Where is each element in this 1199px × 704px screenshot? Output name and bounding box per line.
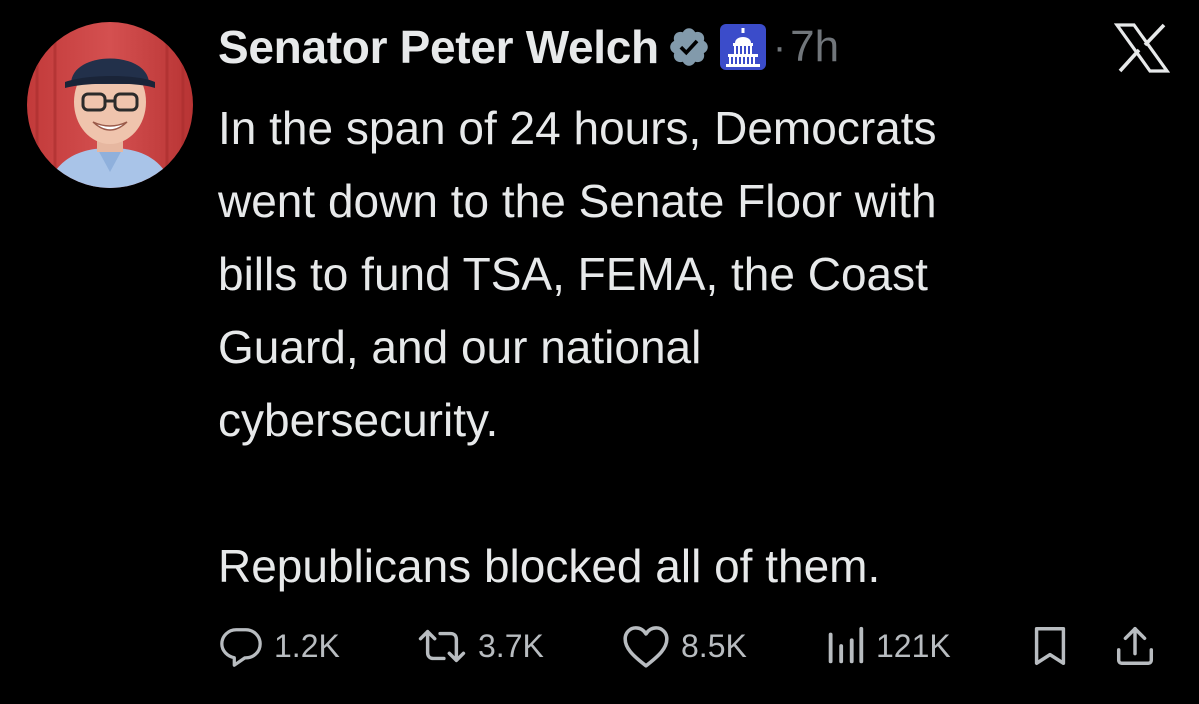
- like-count: 8.5K: [681, 627, 747, 664]
- repost-count: 3.7K: [478, 627, 544, 664]
- capitol-dome-icon[interactable]: [719, 23, 767, 71]
- repost-icon: [416, 623, 468, 669]
- tweet: Senator Peter Welch · 7h In the span of …: [0, 0, 1199, 704]
- heart-icon: [621, 623, 671, 669]
- repost-button[interactable]: 3.7K: [416, 616, 544, 676]
- share-icon: [1112, 623, 1158, 669]
- share-button[interactable]: [1112, 616, 1158, 676]
- like-button[interactable]: 8.5K: [621, 616, 747, 676]
- bookmark-button[interactable]: [1028, 616, 1072, 676]
- author-avatar[interactable]: [27, 22, 193, 188]
- separator-dot: ·: [772, 24, 787, 69]
- post-timestamp[interactable]: 7h: [790, 22, 839, 72]
- reply-button[interactable]: 1.2K: [218, 616, 340, 676]
- reply-icon: [218, 623, 264, 669]
- bookmark-icon: [1028, 623, 1072, 669]
- author-name[interactable]: Senator Peter Welch: [218, 20, 659, 74]
- views-button[interactable]: 121K: [824, 616, 951, 676]
- views-count: 121K: [876, 627, 951, 664]
- post-header: Senator Peter Welch · 7h: [218, 14, 839, 80]
- verified-badge-icon: [667, 25, 711, 69]
- post-text: In the span of 24 hours, Democrats went …: [218, 102, 937, 592]
- reply-count: 1.2K: [274, 627, 340, 664]
- action-bar: 1.2K 3.7K 8.5K 121K: [218, 616, 1168, 676]
- views-chart-icon: [824, 623, 866, 669]
- x-logo-icon: [1113, 23, 1171, 73]
